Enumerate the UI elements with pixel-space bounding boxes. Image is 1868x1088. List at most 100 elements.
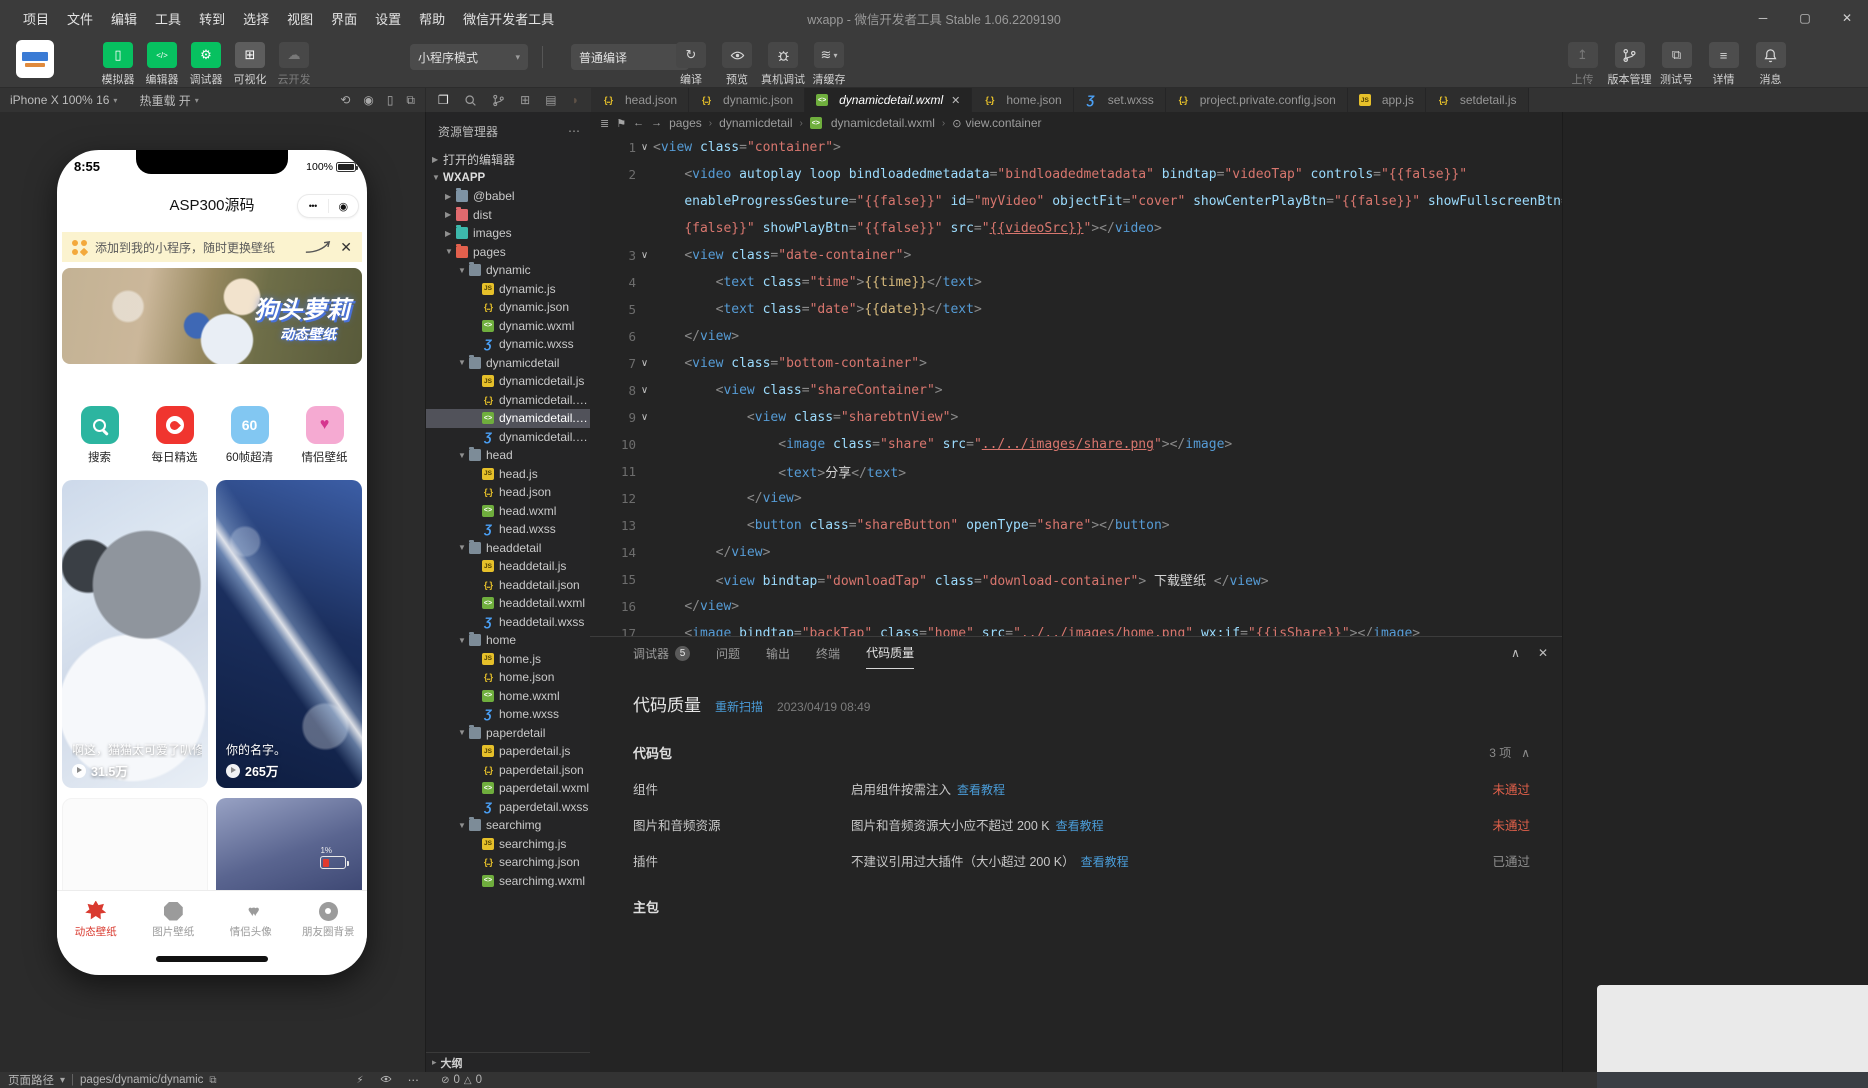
breadcrumb-item[interactable]: pages [669,116,702,130]
wallpaper-card[interactable] [62,798,208,890]
wallpaper-card[interactable]: 你的名字。 265万 [216,480,362,788]
messages-button[interactable]: 消息 [1747,42,1794,87]
editor-tab[interactable]: Ʒset.wxss [1074,88,1166,112]
file-tree-item[interactable]: JSpaperdetail.js [426,742,590,761]
hero-banner[interactable]: 狗头萝莉 动态壁纸 [62,268,362,364]
device-select[interactable]: iPhone X 100% 16▾ [0,93,117,107]
file-tree-item[interactable]: JSheaddetail.js [426,557,590,576]
editor-tab[interactable]: {..}home.json [972,88,1073,112]
tab-dynamic-wallpaper[interactable]: 动态壁纸 [57,891,135,958]
editor-button[interactable]: </>编辑器 [140,42,184,87]
device-frame-icon[interactable]: ▯ [387,93,394,108]
file-tree-item[interactable]: <>dynamic.wxml [426,317,590,336]
menu-item[interactable]: 选择 [234,9,278,28]
file-tree-item[interactable]: {..}paperdetail.json [426,761,590,780]
file-tree-item[interactable]: Ʒpaperdetail.wxss [426,798,590,817]
file-tree-item[interactable]: <>headdetail.wxml [426,594,590,613]
mode-select[interactable]: 小程序模式▾ [410,44,528,70]
menu-item[interactable]: 工具 [146,9,190,28]
file-tree-item[interactable]: ▼WXAPP [426,169,590,188]
cloud-dev-button[interactable]: ☁云开发 [272,42,316,87]
detach-window-icon[interactable]: ⧉ [406,93,415,108]
file-tree-item[interactable]: ▼headdetail [426,539,590,558]
preview-button[interactable]: 预览 [714,42,760,87]
rotate-icon[interactable]: ⟲ [340,93,350,108]
hot-reload-toggle[interactable]: 热重载 开▾ [139,92,198,109]
file-tree-item[interactable]: ▶@babel [426,187,590,206]
tab-couple-avatar[interactable]: ♥♥ 情侣头像 [212,891,290,958]
visual-button[interactable]: ⊞可视化 [228,42,272,87]
file-tree-item[interactable]: ▼head [426,446,590,465]
fold-icon[interactable]: ∨ [636,385,653,396]
menu-item[interactable]: 界面 [322,9,366,28]
miniapp-capsule[interactable]: ••• ◉ [297,194,359,218]
fold-icon[interactable]: ∨ [636,142,653,153]
remote-debug-button[interactable]: 真机调试 [760,42,806,87]
file-tree-item[interactable]: ▶images [426,224,590,243]
file-tree-item[interactable]: JShome.js [426,650,590,669]
more-icon[interactable]: ⋯ [568,124,580,138]
quick-entry-60fps[interactable]: 60 60帧超清 [219,406,281,470]
file-tree-item[interactable]: ▼home [426,631,590,650]
tab-moments-background[interactable]: 朋友圈背景 [290,891,368,958]
eye-icon[interactable] [380,1073,392,1088]
menu-item[interactable]: 视图 [278,9,322,28]
source-control-icon[interactable] [492,94,505,107]
editor-tab[interactable]: <>dynamicdetail.wxml✕ [805,88,972,112]
file-tree-item[interactable]: {..}head.json [426,483,590,502]
rescan-link[interactable]: 重新扫描 [715,698,763,715]
file-tree-item[interactable]: {..}dynamicdetail.json [426,391,590,410]
bolt-icon[interactable]: ⚡ [357,1075,364,1086]
debugger-button[interactable]: ⚙调试器 [184,42,228,87]
extensions-icon[interactable]: ⊞ [520,93,530,107]
account-avatar[interactable] [16,40,54,78]
file-tree-item[interactable]: JSdynamic.js [426,280,590,299]
file-tree-item[interactable]: <>paperdetail.wxml [426,779,590,798]
quick-entry-couple[interactable]: ♥ 情侣壁纸 [294,406,356,470]
file-tree-item[interactable]: {..}headdetail.json [426,576,590,595]
menu-item[interactable]: 微信开发者工具 [454,9,563,28]
forward-arrow-icon[interactable]: → [651,117,662,129]
search-icon[interactable] [464,94,477,107]
panel-tab[interactable]: 终端 [816,637,840,669]
more-icon[interactable]: ••• [298,201,328,211]
clear-cache-button[interactable]: ≋▾清缓存 [806,42,852,87]
file-tree-item[interactable]: ▶dist [426,206,590,225]
list-icon[interactable]: ≣ [600,117,609,130]
menu-item[interactable]: 帮助 [410,9,454,28]
panel-tab[interactable]: 代码质量 [866,637,914,669]
simulator-button[interactable]: ▯模拟器 [96,42,140,87]
quick-entry-daily[interactable]: 每日精选 [144,406,206,470]
file-tree-item[interactable]: ▼paperdetail [426,724,590,743]
file-tree-item[interactable]: ▼searchimg [426,816,590,835]
file-tree-item[interactable]: <>searchimg.wxml [426,872,590,891]
bookmark-icon[interactable]: ⚑ [616,117,626,130]
page-path-label[interactable]: 页面路径 [8,1072,54,1088]
breadcrumb-item[interactable]: dynamicdetail [719,116,792,130]
close-button[interactable]: ✕ [1826,0,1868,36]
version-control-button[interactable]: 版本管理 [1606,42,1653,87]
tutorial-link[interactable]: 查看教程 [1081,855,1129,869]
exit-icon[interactable]: ◉ [329,200,359,213]
editor-tab[interactable]: {..}head.json [591,88,689,112]
file-tree-item[interactable]: {..}dynamic.json [426,298,590,317]
file-tree-item[interactable]: ▼pages [426,243,590,262]
file-tree-item[interactable]: <>dynamicdetail.wxml [426,409,590,428]
editor-tab[interactable]: {..}setdetail.js [1426,88,1529,112]
fold-icon[interactable]: ∨ [636,412,653,423]
quick-entry-search[interactable]: 搜索 [69,406,131,470]
layout-icon[interactable]: ▤ [545,93,556,107]
menu-item[interactable]: 转到 [190,9,234,28]
tutorial-link[interactable]: 查看教程 [1056,819,1104,833]
close-icon[interactable]: ✕ [951,94,960,107]
more-icon[interactable]: ⋯ [408,1073,420,1087]
fold-icon[interactable]: ∨ [636,358,653,369]
fold-icon[interactable]: ∨ [636,250,653,261]
menu-item[interactable]: 编辑 [102,9,146,28]
section-collapse-icon[interactable]: ∧ [1521,746,1530,760]
file-tree-item[interactable]: ▼dynamic [426,261,590,280]
record-icon[interactable]: ◉ [363,93,373,108]
maximize-button[interactable]: ▢ [1784,0,1826,36]
breadcrumb-item[interactable]: ⊙view.container [952,116,1041,130]
outline-section[interactable]: ▸ 大纲 [426,1052,590,1072]
